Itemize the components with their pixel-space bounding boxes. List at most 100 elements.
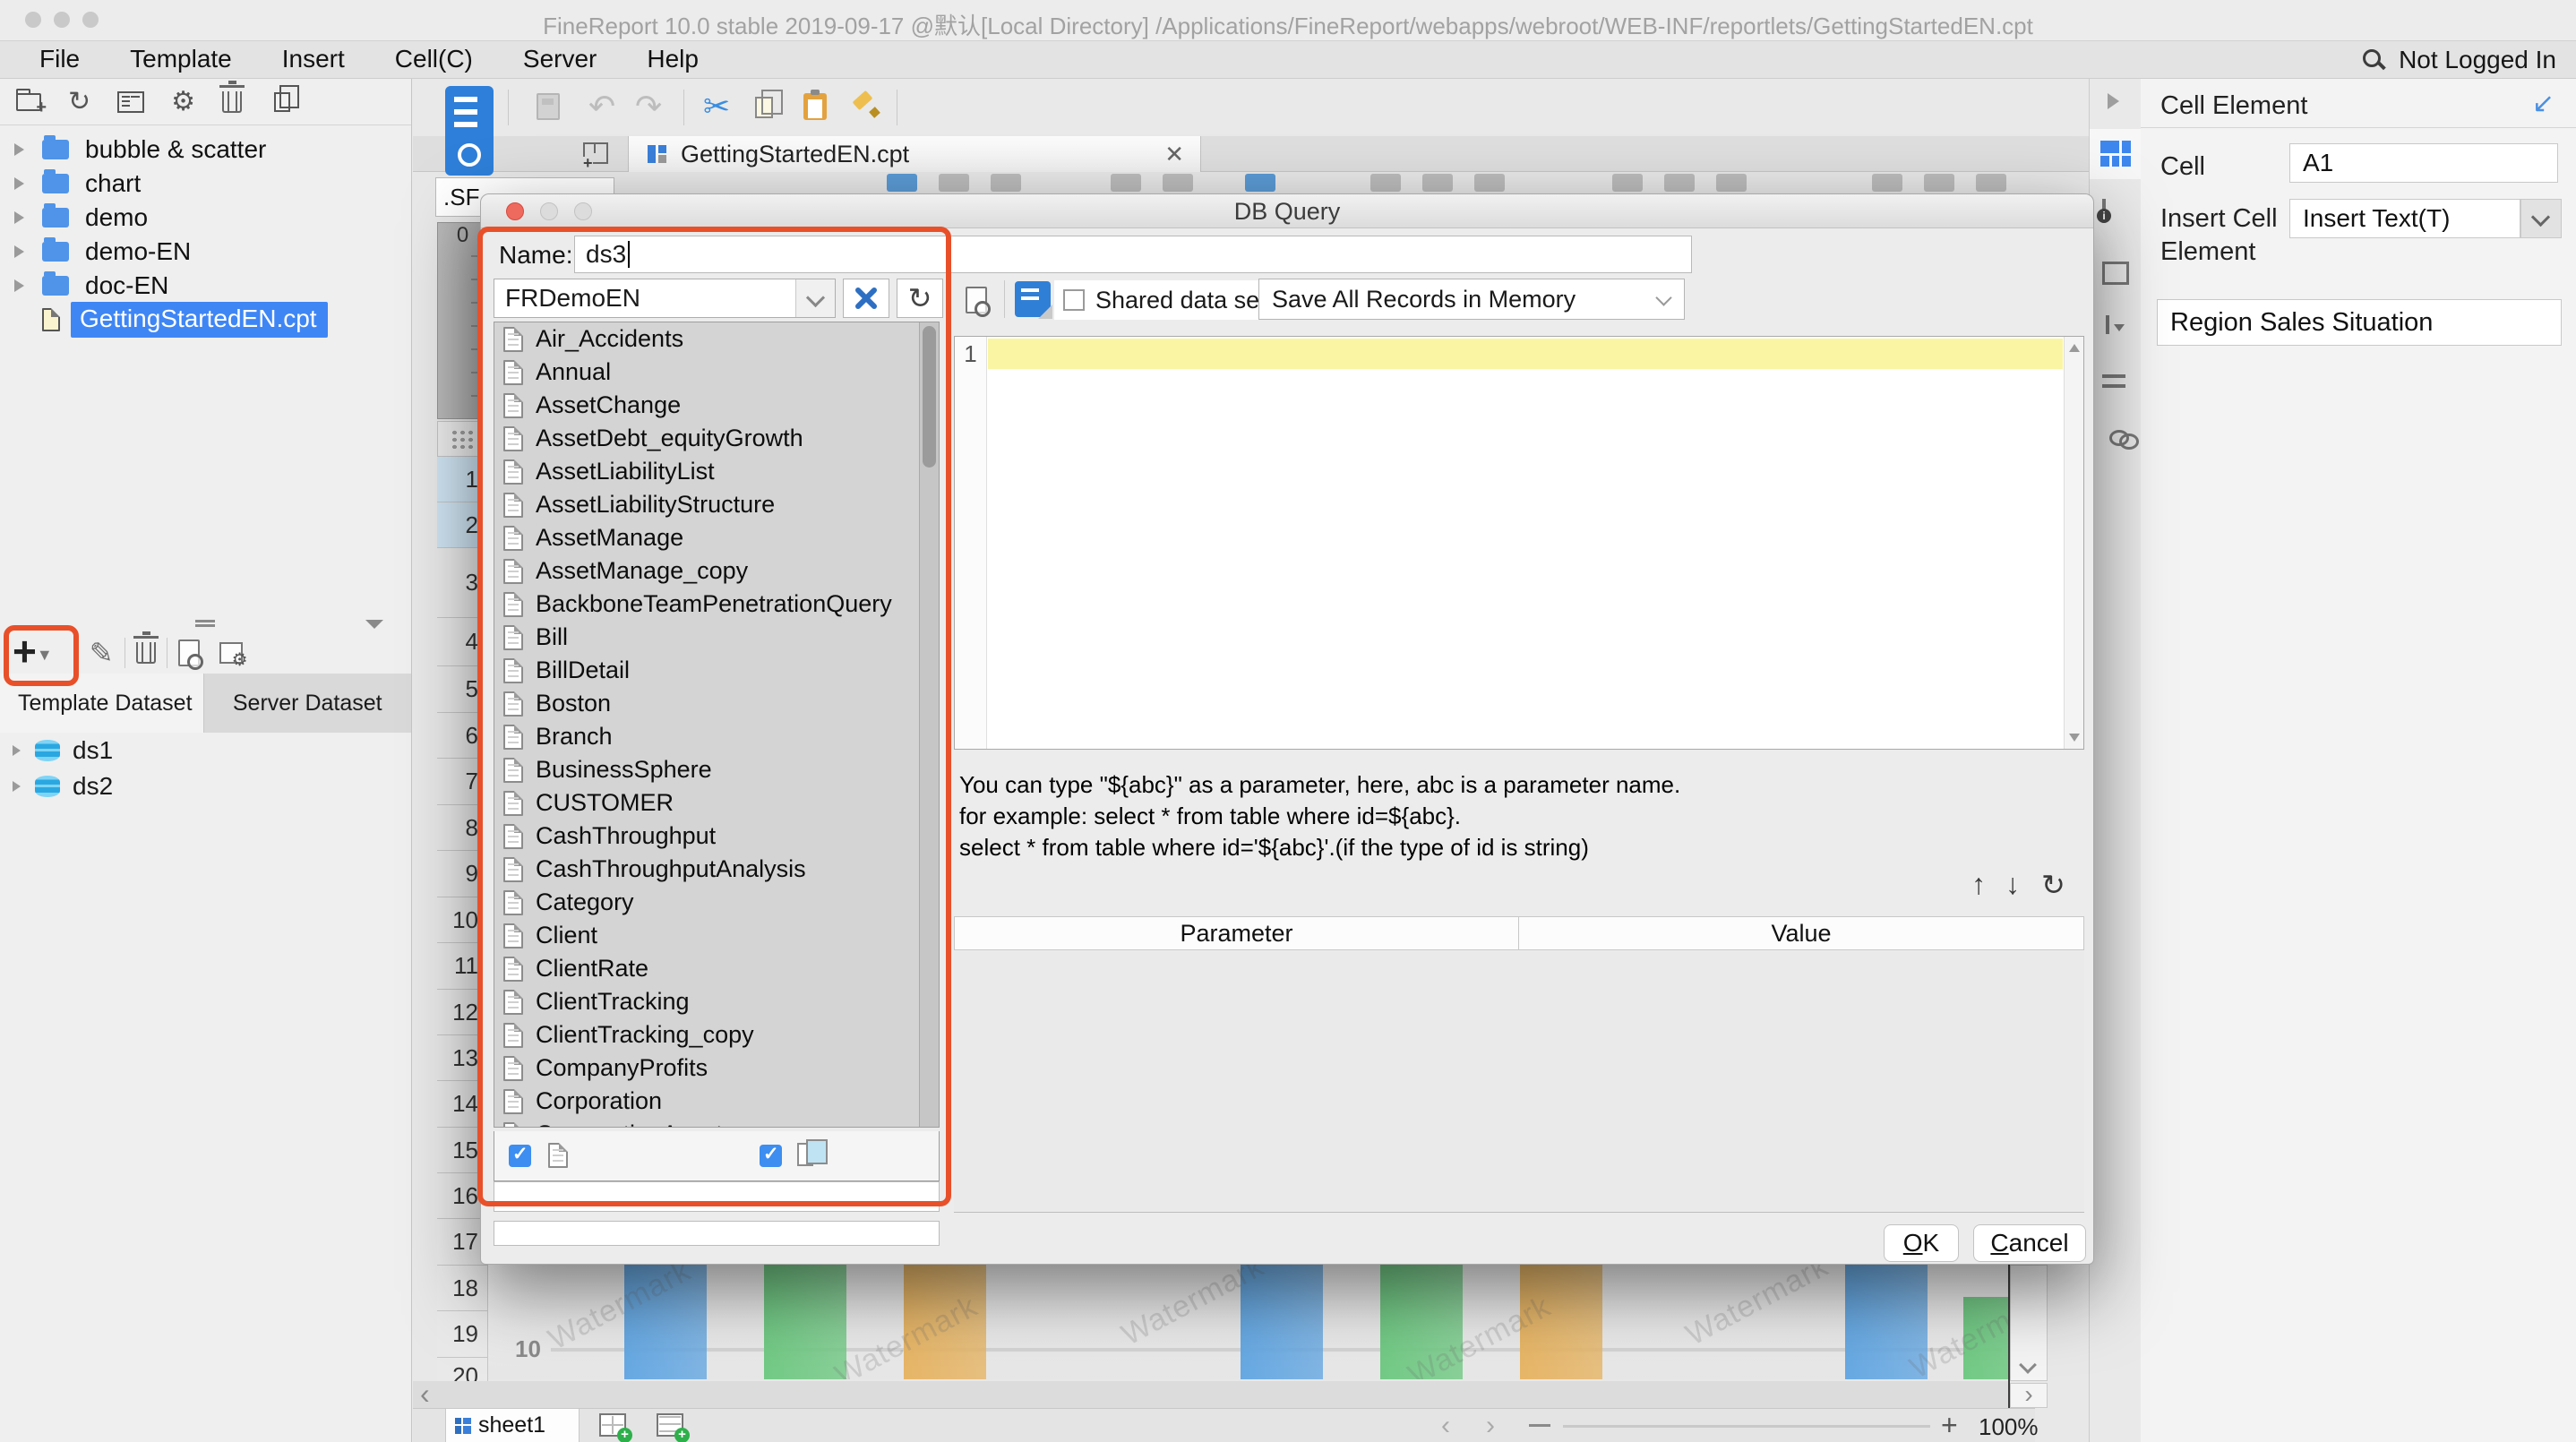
table-list-item[interactable]: Category: [494, 886, 939, 919]
menu-help[interactable]: Help: [647, 41, 699, 79]
table-list-item[interactable]: Annual: [494, 356, 939, 389]
sql-editor[interactable]: 1: [954, 336, 2084, 750]
dataset-row[interactable]: ds2: [0, 768, 411, 804]
toolbar-icon-partial[interactable]: [939, 174, 969, 192]
add-report-sheet-icon[interactable]: +: [599, 1413, 626, 1437]
preview-dataset-icon[interactable]: [178, 639, 200, 666]
copy-icon[interactable]: [755, 97, 773, 118]
template-preview-button[interactable]: [445, 86, 494, 176]
sheet-next-icon[interactable]: ›: [1486, 1411, 1495, 1441]
tab-gettingstarteden[interactable]: GettingStartedEN.cpt ✕: [628, 136, 1201, 172]
parameter-column-header[interactable]: Parameter: [955, 917, 1519, 949]
toolbar-icon-partial[interactable]: [1245, 174, 1275, 192]
tab-border-icon[interactable]: [2102, 262, 2129, 285]
trash-icon[interactable]: [222, 91, 242, 113]
table-search-input[interactable]: [494, 1181, 940, 1212]
shared-dataset-checkbox[interactable]: [1063, 289, 1085, 311]
menu-cellc[interactable]: Cell(C): [395, 41, 473, 79]
table-list-item[interactable]: Bill: [494, 621, 939, 654]
tree-folder-row[interactable]: demo-EN: [0, 235, 411, 269]
table-search-input-secondary[interactable]: [494, 1221, 940, 1246]
zoom-level[interactable]: 100%: [1979, 1413, 2039, 1441]
table-list-item[interactable]: ClientTracking: [494, 985, 939, 1018]
expand-caret-icon[interactable]: [13, 745, 21, 756]
tree-folder-row[interactable]: demo: [0, 201, 411, 235]
table-list-item[interactable]: AssetManage: [494, 521, 939, 554]
tab-condition-icon[interactable]: [2102, 374, 2125, 391]
tab-widget-icon[interactable]: [2106, 315, 2109, 334]
expand-caret-icon[interactable]: [13, 781, 21, 792]
scroll-left-icon[interactable]: ‹: [420, 1378, 430, 1411]
table-list-item[interactable]: CashThroughputAnalysis: [494, 853, 939, 886]
connection-tools-button[interactable]: [843, 279, 889, 318]
paste-icon[interactable]: [803, 93, 827, 120]
toolbar-icon-partial[interactable]: [1924, 174, 1954, 192]
dataset-name-input[interactable]: ds3: [574, 236, 1692, 273]
toolbar-icon-partial[interactable]: [1664, 174, 1695, 192]
list-scrollbar[interactable]: [919, 322, 939, 1127]
toolbar-icon-partial[interactable]: [1612, 174, 1643, 192]
table-list-item[interactable]: ClientTracking_copy: [494, 1018, 939, 1051]
show-tables-checkbox[interactable]: [509, 1145, 531, 1167]
redo-icon[interactable]: ↷: [635, 88, 662, 125]
param-refresh-icon[interactable]: ↻: [2041, 868, 2065, 902]
table-list-item[interactable]: AssetLiabilityStructure: [494, 488, 939, 521]
editor-scroll-down-icon[interactable]: [2069, 734, 2080, 742]
refresh-icon[interactable]: ↻: [68, 89, 90, 116]
toolbar-icon-partial[interactable]: [1976, 174, 2006, 192]
tree-folder-row[interactable]: bubble & scatter: [0, 133, 411, 167]
expand-caret-icon[interactable]: [14, 279, 24, 292]
toolbar-icon-partial[interactable]: [1370, 174, 1401, 192]
toolbar-icon-partial[interactable]: [887, 174, 917, 192]
zoom-out-icon[interactable]: [1529, 1424, 1550, 1427]
add-dataset-button[interactable]: +▼: [13, 633, 53, 673]
toolbar-icon-partial[interactable]: [1111, 174, 1141, 192]
table-list-item[interactable]: BackboneTeamPenetrationQuery: [494, 588, 939, 621]
settings-gear-icon[interactable]: ⚙: [171, 89, 195, 116]
table-list-item[interactable]: ClientRate: [494, 952, 939, 985]
expand-caret-icon[interactable]: [14, 211, 24, 224]
param-move-down-icon[interactable]: ↓: [2005, 868, 2020, 901]
report-canvas[interactable]: 10 WatermarkWatermarkWatermarkWatermarkW…: [488, 1261, 2008, 1379]
sheet-prev-icon[interactable]: ‹: [1441, 1411, 1450, 1441]
scroll-down-icon[interactable]: [2019, 1356, 2037, 1374]
undo-icon[interactable]: ↶: [588, 88, 615, 125]
toolbar-icon-partial[interactable]: [1872, 174, 1902, 192]
tree-folder-row[interactable]: doc-EN: [0, 269, 411, 303]
menu-file[interactable]: File: [39, 41, 80, 79]
table-list-item[interactable]: AssetLiabilityList: [494, 455, 939, 488]
toolbar-icon-partial[interactable]: [1474, 174, 1505, 192]
format-painter-icon[interactable]: [852, 91, 879, 118]
tab-cell-attribute-icon[interactable]: [2102, 199, 2106, 218]
dataset-row[interactable]: ds1: [0, 733, 411, 768]
refresh-tables-button[interactable]: ↻: [897, 279, 943, 318]
table-list[interactable]: Air_AccidentsAnnualAssetChangeAssetDebt_…: [494, 322, 940, 1128]
expand-caret-icon[interactable]: [14, 245, 24, 258]
table-list-item[interactable]: AssetManage_copy: [494, 554, 939, 588]
save-mode-select[interactable]: Save All Records in Memory: [1258, 279, 1685, 320]
show-views-checkbox[interactable]: [760, 1145, 782, 1167]
sql-editor-icon[interactable]: [1015, 281, 1051, 317]
splitter-handle[interactable]: [195, 620, 215, 627]
editor-scrollbar[interactable]: [2064, 337, 2083, 749]
insert-type-chevron-icon[interactable]: [2520, 199, 2562, 238]
table-list-item[interactable]: BillDetail: [494, 654, 939, 687]
preview-query-button[interactable]: [956, 280, 997, 320]
zoom-slider[interactable]: [1563, 1425, 1930, 1428]
cancel-button[interactable]: Cancel: [1973, 1224, 2086, 1262]
scroll-right-icon[interactable]: ›: [2010, 1383, 2048, 1408]
connection-select[interactable]: FRDemoEN: [494, 279, 836, 318]
toolbar-icon-partial[interactable]: [1163, 174, 1193, 192]
connection-config-icon[interactable]: [219, 642, 243, 664]
save-icon[interactable]: [537, 93, 560, 120]
report-panel-icon[interactable]: [117, 91, 144, 113]
cell-ref-input[interactable]: A1: [2289, 143, 2558, 183]
table-list-item[interactable]: CorporationAsset: [494, 1118, 939, 1128]
tree-file-row-selected[interactable]: GettingStartedEN.cpt: [0, 303, 411, 337]
login-status[interactable]: Not Logged In: [2399, 46, 2556, 74]
parameter-table-body[interactable]: [954, 951, 2084, 1213]
expand-caret-icon[interactable]: [14, 177, 24, 190]
tree-folder-row[interactable]: chart: [0, 167, 411, 201]
editor-scroll-up-icon[interactable]: [2069, 344, 2080, 352]
toolbar-icon-partial[interactable]: [1422, 174, 1453, 192]
